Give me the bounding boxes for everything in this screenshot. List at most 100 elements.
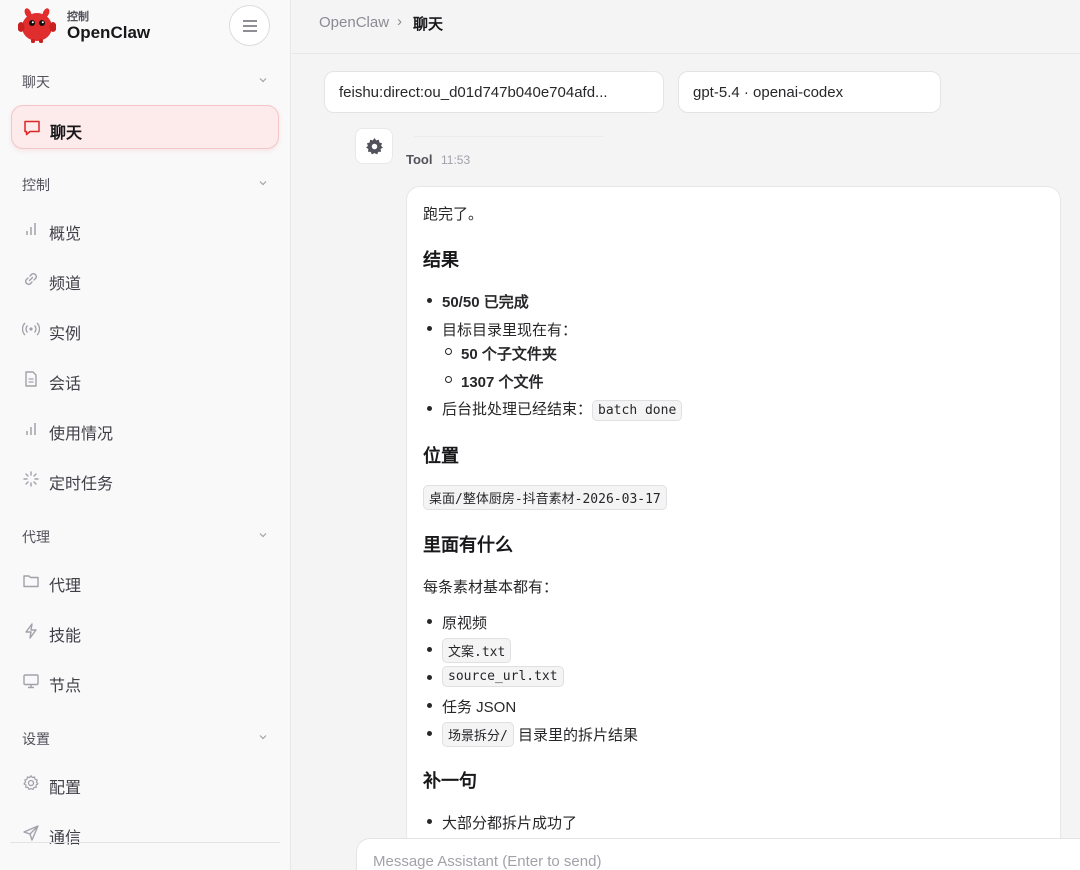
message-intro: 跑完了。	[423, 206, 484, 223]
link-icon	[25, 273, 37, 285]
tool-avatar	[355, 128, 393, 164]
code-batch-done: batch done	[592, 400, 683, 421]
sidebar-item-config[interactable]: 配置	[11, 761, 279, 805]
list-bullet	[427, 819, 432, 824]
heading-location: 位置	[423, 446, 459, 466]
sidebar-item-agents[interactable]: 代理	[11, 559, 279, 603]
brand[interactable]: 控制 OpenClaw	[18, 6, 218, 46]
message-bubble: 跑完了。 结果 50/50 已完成 目标目录里现在有： 50 个子文件夹 130…	[406, 186, 1061, 870]
sidebar-item-label: 聊天	[50, 125, 83, 142]
sidebar-item-sessions[interactable]: 会话	[11, 357, 279, 401]
sidebar-item-channels[interactable]: 频道	[11, 257, 279, 301]
radio-broadcast-icon	[22, 322, 40, 336]
openclaw-logo	[18, 8, 56, 43]
list-item-batch: 后台批处理已经结束： batch done	[442, 398, 683, 421]
list-item-video: 原视频	[442, 615, 488, 632]
hamburger-icon	[243, 20, 257, 32]
tool-output-divider	[414, 136, 604, 137]
sublist-bullet	[445, 348, 452, 355]
sidebar-item-communication[interactable]: 通信	[11, 811, 279, 855]
sidebar-divider	[10, 842, 280, 843]
message-sender: Tool	[406, 152, 433, 167]
list-bullet	[427, 406, 432, 411]
list-item-scenes: 场景拆分/ 目录里的拆片结果	[442, 722, 638, 747]
bar-chart-icon	[26, 223, 36, 235]
group-header-agents[interactable]: 代理	[22, 527, 268, 547]
group-header-settings[interactable]: 设置	[22, 729, 268, 749]
model-selector[interactable]: gpt-5.4 · openai-codex	[678, 71, 941, 113]
session-selector[interactable]: feishu:direct:ou_d01d747b040e704afd...	[324, 71, 664, 113]
list-item-split: 大部分都拆片成功了	[442, 815, 578, 832]
breadcrumb-root[interactable]: OpenClaw	[319, 14, 389, 31]
group-header-label: 控制	[22, 177, 50, 193]
list-bullet	[427, 703, 432, 708]
chevron-down-icon	[259, 181, 267, 186]
sidebar-item-skills[interactable]: 技能	[11, 609, 279, 653]
location-path: 桌面/整体厨房-抖音素材-2026-03-17	[423, 485, 667, 510]
sidebar-item-chat[interactable]: 聊天	[11, 105, 279, 149]
group-header-label: 聊天	[22, 74, 50, 90]
breadcrumb-separator: ›	[397, 13, 402, 30]
sublist-item-subfolders: 50 个子文件夹	[461, 346, 557, 363]
brand-subtitle: 控制	[67, 11, 89, 23]
list-item-target-dir: 目标目录里现在有：	[442, 322, 578, 339]
sidebar-item-label: 定时任务	[49, 476, 114, 493]
lightning-icon	[25, 623, 37, 639]
code-location-path: 桌面/整体厨房-抖音素材-2026-03-17	[423, 485, 667, 510]
composer	[356, 838, 1080, 870]
group-header-label: 设置	[22, 731, 50, 747]
contents-intro: 每条素材基本都有：	[423, 579, 559, 596]
menu-toggle-button[interactable]	[229, 5, 270, 46]
list-bullet	[427, 675, 432, 680]
code-copy-file: 文案.txt	[442, 638, 512, 663]
sidebar: 控制 OpenClaw 聊天 聊天 控制 概览 频道 实例 会话 使用情况 定时…	[0, 0, 291, 870]
top-bar: OpenClaw › 聊天	[292, 0, 1080, 54]
document-icon	[25, 371, 37, 387]
message-timestamp: 11:53	[441, 153, 471, 167]
sublist-item-files: 1307 个文件	[461, 374, 544, 391]
heading-extra: 补一句	[423, 771, 477, 791]
sidebar-item-label: 节点	[49, 678, 82, 695]
sidebar-item-label: 实例	[49, 326, 82, 343]
folder-icon	[23, 575, 39, 588]
list-item-task-json: 任务 JSON	[442, 699, 517, 716]
gear-icon	[23, 775, 39, 791]
sidebar-item-instances[interactable]: 实例	[11, 307, 279, 351]
code-source-url-file: source_url.txt	[442, 666, 564, 687]
scenes-suffix: 目录里的拆片结果	[518, 727, 639, 744]
message-input[interactable]	[373, 853, 973, 870]
chevron-down-icon	[259, 533, 267, 538]
send-icon	[23, 825, 39, 841]
batch-text: 后台批处理已经结束：	[442, 401, 593, 418]
sidebar-item-label: 配置	[49, 780, 82, 797]
sidebar-item-nodes[interactable]: 节点	[11, 659, 279, 703]
code-scenes-dir: 场景拆分/	[442, 722, 514, 747]
chevron-down-icon	[259, 78, 267, 83]
sidebar-item-label: 代理	[49, 578, 82, 595]
heading-result: 结果	[423, 250, 459, 270]
list-bullet	[427, 298, 432, 303]
group-header-chat[interactable]: 聊天	[22, 72, 268, 92]
sidebar-item-usage[interactable]: 使用情况	[11, 407, 279, 451]
list-bullet	[427, 619, 432, 624]
chat-bubble-icon	[24, 120, 40, 136]
list-bullet	[427, 731, 432, 736]
brand-name: OpenClaw	[67, 23, 151, 42]
list-item-copy: 文案.txt	[442, 638, 512, 663]
heading-contents: 里面有什么	[423, 535, 513, 555]
sidebar-item-label: 通信	[49, 830, 82, 847]
list-item-done: 50/50 已完成	[442, 294, 529, 311]
list-item-source-url: source_url.txt	[442, 666, 564, 687]
group-header-label: 代理	[22, 529, 50, 545]
sidebar-item-label: 使用情况	[49, 426, 114, 443]
monitor-icon	[23, 674, 39, 689]
sublist-bullet	[445, 376, 452, 383]
list-bullet	[427, 647, 432, 652]
sidebar-item-label: 技能	[49, 628, 82, 645]
list-bullet	[427, 326, 432, 331]
group-header-control[interactable]: 控制	[22, 175, 268, 195]
gear-icon	[366, 138, 383, 155]
loader-icon	[23, 471, 39, 487]
sidebar-item-scheduled-tasks[interactable]: 定时任务	[11, 457, 279, 501]
sidebar-item-overview[interactable]: 概览	[11, 207, 279, 251]
